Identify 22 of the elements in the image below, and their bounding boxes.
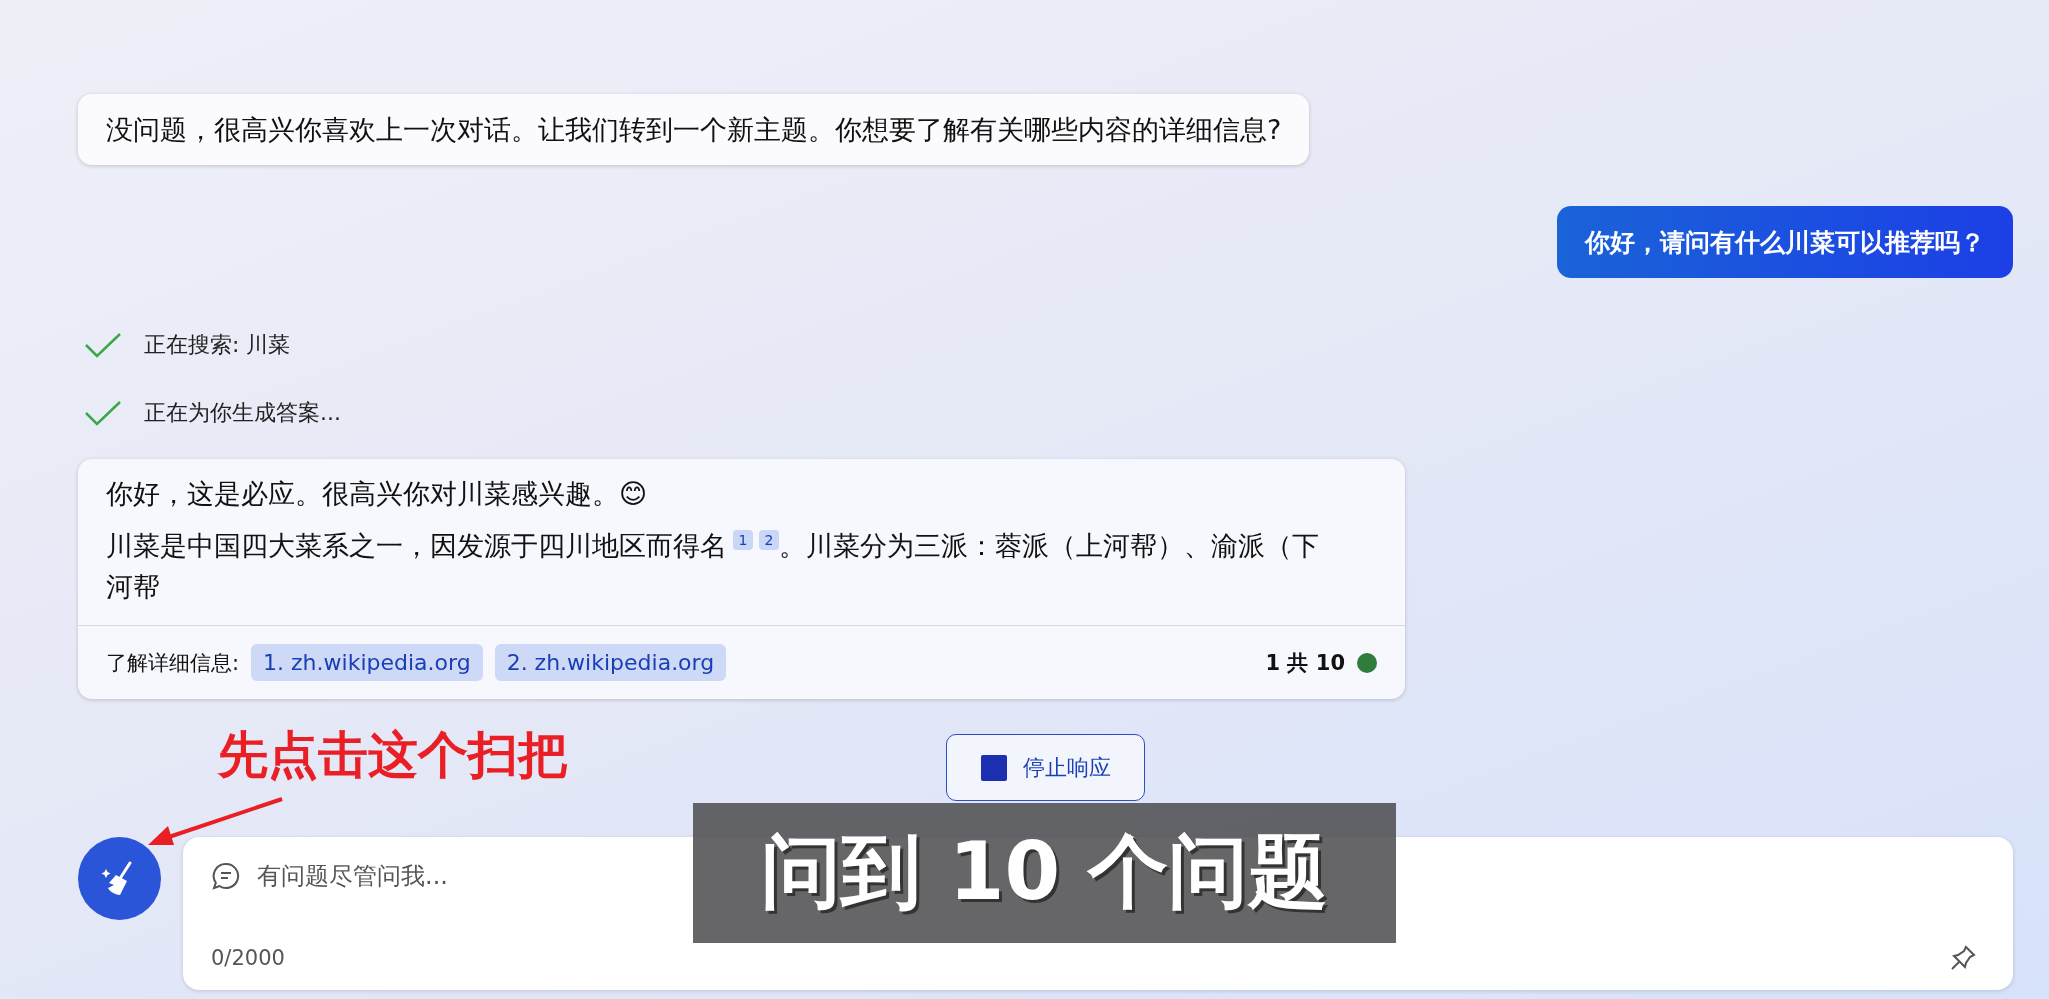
step-text: 正在为你生成答案...: [144, 399, 341, 427]
citation-link[interactable]: 1: [733, 530, 753, 550]
stop-button[interactable]: 停止响应: [946, 734, 1145, 801]
sources-label: 了解详细信息:: [106, 649, 240, 677]
source-link[interactable]: 1. zh.wikipedia.org: [251, 644, 483, 681]
status-dot-icon: [1357, 652, 1377, 673]
caption-text: 问到 10 个问题: [761, 824, 1328, 920]
character-counter: 0/2000: [211, 946, 285, 970]
answer-text: 川菜是中国四大菜系之一，因发源于四川地区而得名 $^{1}$ $^{2}$ 。川菜分为三派：蓉派（上河帮）、渝派（下河帮: [106, 529, 1320, 604]
check-icon: [84, 400, 122, 426]
answer-text: 你好，这是必应。很高兴你对川菜感兴趣。😊: [106, 477, 649, 511]
citation-link[interactable]: 2: [759, 530, 779, 550]
stop-icon: [980, 754, 1007, 781]
step-text: 正在搜索: 川菜: [144, 331, 291, 359]
annotation-text: 先点击这个扫把: [218, 725, 568, 786]
pin-icon[interactable]: [1949, 944, 1977, 972]
user-message: 你好，请问有什么川菜可以推荐吗？: [1557, 206, 2013, 278]
chat-icon: [211, 861, 241, 891]
check-icon: [84, 332, 122, 358]
turn-counter: 1 共 10: [1265, 649, 1345, 677]
source-link[interactable]: 2. zh.wikipedia.org: [494, 644, 727, 681]
chat-message: 没问题，很高兴你喜欢上一次对话。让我们转到一个新主题。你想要了解有关哪些内容的详细信息?: [78, 94, 1310, 165]
